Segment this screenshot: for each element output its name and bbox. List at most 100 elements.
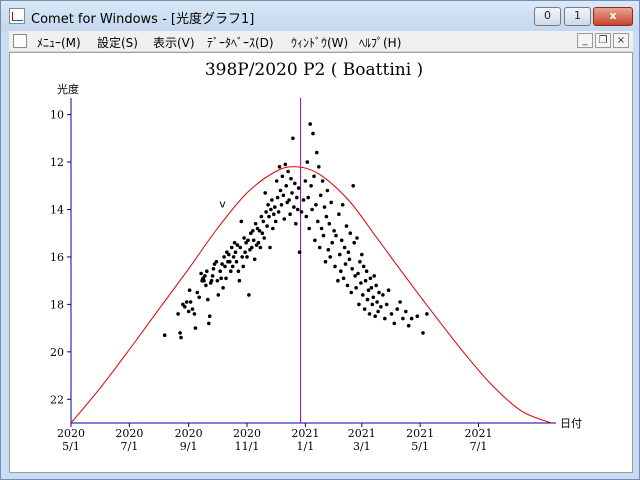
observation-point xyxy=(375,300,379,304)
observation-point xyxy=(218,269,222,273)
observation-point xyxy=(364,269,369,273)
observation-point xyxy=(240,255,244,259)
observation-point xyxy=(204,283,208,288)
graph-area[interactable]: 398P/2020 P2 ( Boattini ) 光度 日付 10 12 14 16… xyxy=(9,52,633,473)
observation-point xyxy=(379,305,383,309)
observation-point xyxy=(273,205,277,209)
observation-point xyxy=(269,207,273,212)
observation-point xyxy=(295,195,299,200)
y-tick-label: 20 xyxy=(50,346,64,359)
observation-point xyxy=(361,264,366,269)
observation-point xyxy=(360,252,364,257)
observation-point xyxy=(258,245,263,250)
menu-item-view[interactable]: 表示(V) xyxy=(153,34,195,51)
observation-point xyxy=(354,286,358,290)
y-tick-label: 16 xyxy=(50,251,64,264)
observation-point xyxy=(224,276,228,281)
menu-item-menu[interactable]: ﾒﾆｭｰ(M) xyxy=(37,34,81,51)
observation-point xyxy=(321,233,326,238)
maximize-button[interactable]: 1 xyxy=(564,7,591,26)
observation-point xyxy=(280,174,285,179)
observation-point xyxy=(259,214,264,219)
observation-point xyxy=(334,233,338,238)
observation-point xyxy=(425,312,429,316)
observation-point xyxy=(276,210,281,214)
observation-point xyxy=(347,257,352,262)
observation-point xyxy=(307,226,312,231)
observation-point xyxy=(237,278,242,283)
observation-point xyxy=(348,231,353,235)
observation-point xyxy=(366,288,371,292)
observation-point xyxy=(326,248,331,252)
x-tick-date: 7/1 xyxy=(470,440,488,453)
observation-point xyxy=(289,176,293,181)
observation-point xyxy=(266,203,270,207)
observation-point xyxy=(192,312,197,316)
menu-item-settings[interactable]: 設定(S) xyxy=(97,34,138,51)
observation-point xyxy=(325,188,330,193)
observation-point xyxy=(242,236,246,240)
observation-point xyxy=(227,252,231,257)
observation-point xyxy=(230,264,235,269)
observation-point xyxy=(162,333,167,338)
observation-point xyxy=(350,267,355,271)
observation-point xyxy=(381,293,385,297)
observation-point xyxy=(345,283,350,288)
observation-point xyxy=(406,323,411,328)
observation-point xyxy=(265,224,269,228)
annotation-mark: v xyxy=(219,197,226,210)
x-tick-year: 2021 xyxy=(406,427,434,440)
observation-point xyxy=(232,240,237,245)
mdi-restore-button[interactable]: ❐ xyxy=(595,33,611,48)
observation-point xyxy=(290,191,294,195)
observation-point xyxy=(292,205,296,209)
observation-point xyxy=(279,203,284,207)
observation-point xyxy=(252,257,257,262)
y-axis-label: 光度 xyxy=(57,82,79,96)
observation-point xyxy=(311,131,315,136)
x-tick-date: 3/1 xyxy=(353,440,371,453)
y-tick-label: 18 xyxy=(50,298,64,311)
observation-point xyxy=(211,267,216,271)
observation-point xyxy=(333,264,337,269)
title-bar[interactable]: Comet for Windows - [光度グラフ1] 0 1 x xyxy=(1,1,639,31)
observation-point xyxy=(318,193,323,198)
minimize-button[interactable]: 0 xyxy=(534,7,561,26)
observation-point xyxy=(229,245,234,250)
observation-point xyxy=(229,269,233,273)
y-tick-label: 10 xyxy=(50,109,64,122)
menu-item-help[interactable]: ﾍﾙﾌﾟ(H) xyxy=(359,34,401,51)
chart-app-icon[interactable] xyxy=(9,8,25,24)
observation-point xyxy=(344,224,349,228)
x-tick-date: 5/1 xyxy=(62,440,80,453)
observation-point xyxy=(231,255,236,259)
observation-point xyxy=(395,307,400,311)
x-tick-year: 2020 xyxy=(233,427,261,440)
observation-point xyxy=(356,271,360,276)
observation-point xyxy=(202,278,206,283)
close-button[interactable]: x xyxy=(593,7,633,26)
observation-point xyxy=(392,321,397,326)
observation-point xyxy=(222,255,226,259)
x-tick-year: 2020 xyxy=(115,427,143,440)
observation-point xyxy=(343,262,348,266)
observation-point xyxy=(286,169,290,174)
observation-point xyxy=(184,300,189,304)
observation-point xyxy=(221,286,225,290)
observation-point xyxy=(304,214,309,219)
observation-point xyxy=(306,195,311,200)
observation-point xyxy=(186,309,191,314)
observation-point xyxy=(346,250,351,254)
observation-point xyxy=(277,165,282,169)
mdi-minimize-button[interactable]: _ xyxy=(577,33,593,48)
x-tick-date: 9/1 xyxy=(180,440,198,453)
observation-point xyxy=(235,243,240,247)
document-icon[interactable] xyxy=(13,34,27,48)
observation-point xyxy=(281,193,286,198)
menu-item-database[interactable]: ﾃﾞｰﾀﾍﾞｰｽ(D) xyxy=(207,34,274,51)
observation-point xyxy=(324,214,329,219)
observation-point xyxy=(322,205,327,209)
menu-item-window[interactable]: ｳｨﾝﾄﾞｳ(W) xyxy=(291,34,348,51)
mdi-close-button[interactable]: × xyxy=(613,33,629,48)
observation-point xyxy=(370,302,375,307)
